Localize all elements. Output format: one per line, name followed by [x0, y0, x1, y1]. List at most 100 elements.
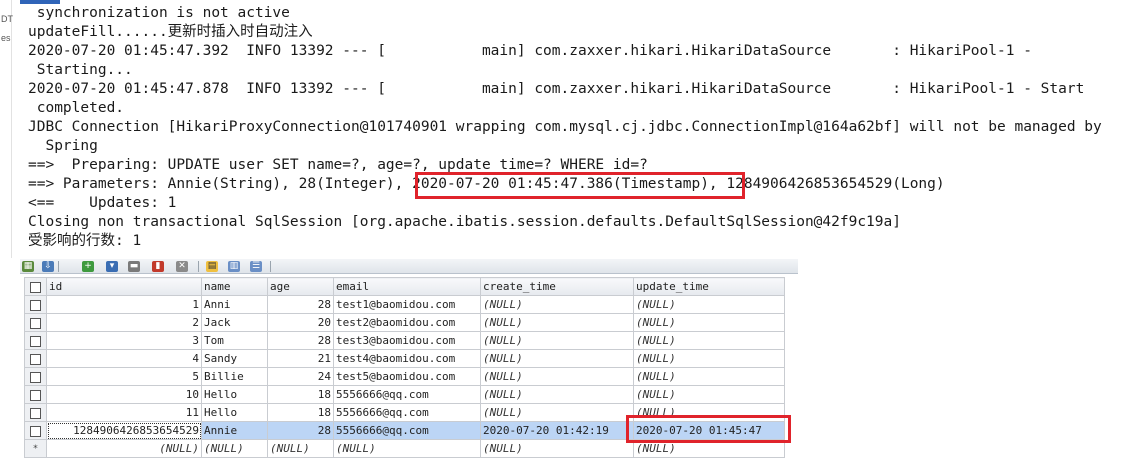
row-select-cell[interactable] — [24, 367, 47, 386]
cell-age[interactable]: 18 — [267, 403, 334, 422]
view-text-icon[interactable]: ☰ — [250, 261, 262, 272]
cell-name[interactable]: Jack — [201, 313, 268, 332]
cell-create-time[interactable]: (NULL) — [480, 313, 634, 332]
cell-create-time[interactable]: (NULL) — [480, 403, 634, 422]
cell-create-time[interactable]: 2020-07-20 01:42:19 — [480, 421, 634, 440]
row-select-cell[interactable] — [24, 331, 47, 350]
row-select-cell[interactable] — [24, 385, 47, 404]
cell-id[interactable]: 5 — [46, 367, 202, 386]
cell-name[interactable]: Hello — [201, 385, 268, 404]
cell-name[interactable]: Tom — [201, 331, 268, 350]
row-select-cell[interactable] — [24, 295, 47, 314]
new-cell-id[interactable]: (NULL) — [46, 439, 202, 458]
cell-email[interactable]: 5556666@qq.com — [333, 385, 481, 404]
cell-update-time[interactable]: (NULL) — [633, 349, 785, 368]
save-icon[interactable]: ▾ — [106, 261, 118, 272]
cell-name[interactable]: Anni — [201, 295, 268, 314]
grid-header-row: id name age email create_time update_tim… — [24, 277, 785, 296]
row-checkbox[interactable] — [30, 317, 41, 329]
cell-age[interactable]: 28 — [267, 295, 334, 314]
select-all-checkbox[interactable] — [30, 281, 41, 293]
row-checkbox[interactable] — [30, 389, 41, 401]
row-checkbox[interactable] — [30, 425, 41, 437]
cell-id[interactable]: 4 — [46, 349, 202, 368]
new-cell-age[interactable]: (NULL) — [267, 439, 334, 458]
view-form-icon[interactable]: ▥ — [228, 261, 240, 272]
table-row[interactable]: 5 Billie 24 test5@baomidou.com (NULL) (NULL) — [24, 367, 785, 386]
add-row-icon[interactable]: + — [82, 261, 94, 272]
cell-age[interactable]: 24 — [267, 367, 334, 386]
new-cell-create-time[interactable]: (NULL) — [480, 439, 634, 458]
column-header-name[interactable]: name — [201, 277, 268, 296]
cell-age[interactable]: 28 — [267, 331, 334, 350]
cell-id[interactable]: 1 — [46, 295, 202, 314]
cell-update-time[interactable]: (NULL) — [633, 313, 785, 332]
cell-id[interactable]: 1284906426853654529 — [46, 421, 202, 440]
result-grid-panel: ▦ ⇩ + ▾ ▬ ▮ ✕ ▤ ▥ ☰ id name age email cr… — [20, 259, 798, 471]
row-checkbox[interactable] — [30, 335, 41, 347]
table-row[interactable]: 1 Anni 28 test1@baomidou.com (NULL) (NULL) — [24, 295, 785, 314]
cell-email[interactable]: 5556666@qq.com — [333, 421, 481, 440]
cell-email[interactable]: test2@baomidou.com — [333, 313, 481, 332]
row-select-cell[interactable] — [24, 421, 47, 440]
cell-id[interactable]: 2 — [46, 313, 202, 332]
gutter-label: es — [1, 33, 11, 43]
row-checkbox[interactable] — [30, 353, 41, 365]
column-header-email[interactable]: email — [333, 277, 481, 296]
cell-email[interactable]: test1@baomidou.com — [333, 295, 481, 314]
row-checkbox[interactable] — [30, 371, 41, 383]
cell-create-time[interactable]: (NULL) — [480, 349, 634, 368]
cell-name[interactable]: Hello — [201, 403, 268, 422]
cell-id[interactable]: 10 — [46, 385, 202, 404]
cell-create-time[interactable]: (NULL) — [480, 367, 634, 386]
cell-email[interactable]: test3@baomidou.com — [333, 331, 481, 350]
row-select-cell[interactable] — [24, 349, 47, 368]
cell-id[interactable]: 11 — [46, 403, 202, 422]
table-row[interactable]: 2 Jack 20 test2@baomidou.com (NULL) (NULL) — [24, 313, 785, 332]
cell-email[interactable]: test4@baomidou.com — [333, 349, 481, 368]
view-grid-icon[interactable]: ▤ — [206, 261, 218, 272]
cell-age[interactable]: 20 — [267, 313, 334, 332]
cell-email[interactable]: test5@baomidou.com — [333, 367, 481, 386]
console-line: 2020-07-20 01:45:47.878 INFO 13392 --- [… — [28, 81, 1085, 97]
column-header-create-time[interactable]: create_time — [480, 277, 634, 296]
revert-icon[interactable]: ▬ — [128, 261, 140, 272]
console-line: 受影响的行数: 1 — [28, 233, 142, 249]
column-header-update-time[interactable]: update_time — [633, 277, 785, 296]
column-header-age[interactable]: age — [267, 277, 334, 296]
cell-id[interactable]: 3 — [46, 331, 202, 350]
table-row[interactable]: 4 Sandy 21 test4@baomidou.com (NULL) (NULL) — [24, 349, 785, 368]
cell-update-time[interactable]: (NULL) — [633, 331, 785, 350]
cell-update-time[interactable]: (NULL) — [633, 385, 785, 404]
cell-create-time[interactable]: (NULL) — [480, 295, 634, 314]
cell-update-time[interactable]: (NULL) — [633, 367, 785, 386]
update-time-highlight-box — [626, 415, 791, 443]
row-checkbox[interactable] — [30, 299, 41, 311]
console-line: Starting... — [28, 62, 133, 78]
console-gutter: DT es — [0, 0, 13, 258]
table-row[interactable]: 3 Tom 28 test3@baomidou.com (NULL) (NULL) — [24, 331, 785, 350]
cell-create-time[interactable]: (NULL) — [480, 385, 634, 404]
cell-name[interactable]: Annie — [201, 421, 268, 440]
export-icon[interactable]: ⇩ — [42, 261, 54, 272]
column-header-id[interactable]: id — [46, 277, 202, 296]
delete-icon[interactable]: ▮ — [152, 261, 164, 272]
cell-age[interactable]: 18 — [267, 385, 334, 404]
row-select-cell[interactable] — [24, 403, 47, 422]
cancel-icon[interactable]: ✕ — [176, 261, 188, 272]
row-checkbox[interactable] — [30, 407, 41, 419]
cell-create-time[interactable]: (NULL) — [480, 331, 634, 350]
new-cell-email[interactable]: (NULL) — [333, 439, 481, 458]
table-row[interactable]: 10 Hello 18 5556666@qq.com (NULL) (NULL) — [24, 385, 785, 404]
new-cell-name[interactable]: (NULL) — [201, 439, 268, 458]
cell-age[interactable]: 28 — [267, 421, 334, 440]
select-all-cell[interactable] — [24, 277, 47, 296]
cell-name[interactable]: Sandy — [201, 349, 268, 368]
grid-icon[interactable]: ▦ — [22, 261, 34, 272]
cell-name[interactable]: Billie — [201, 367, 268, 386]
gutter-label: DT — [1, 14, 13, 24]
cell-email[interactable]: 5556666@qq.com — [333, 403, 481, 422]
cell-age[interactable]: 21 — [267, 349, 334, 368]
row-select-cell[interactable] — [24, 313, 47, 332]
cell-update-time[interactable]: (NULL) — [633, 295, 785, 314]
